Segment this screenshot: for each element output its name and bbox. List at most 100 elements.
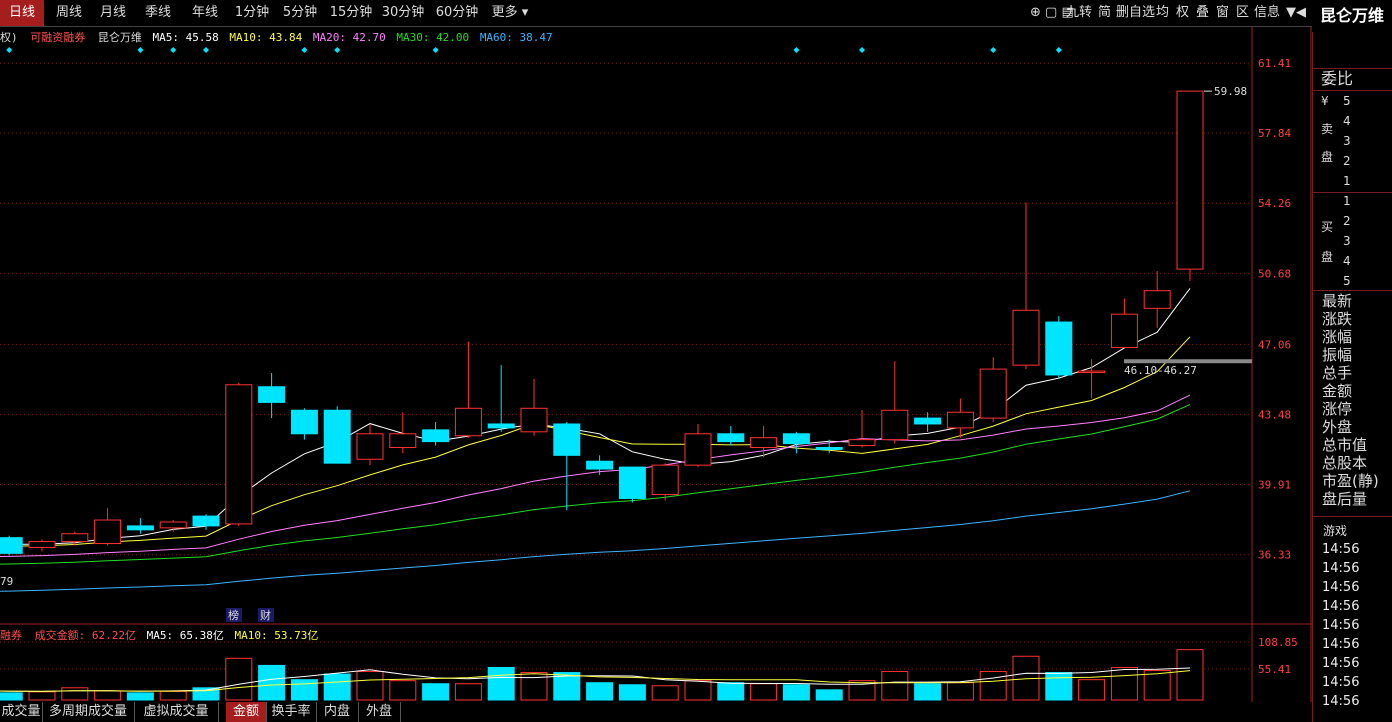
field-1: 涨跌 [1322,310,1353,328]
candle-body [684,433,712,466]
candle-body [0,537,23,554]
price-tick-label: 61.41 [1258,57,1291,70]
signal-diamond [203,47,209,53]
bottom-tab-1[interactable]: 多周期成交量 [42,702,135,722]
bottom-tab-4[interactable]: 换手率 [266,702,317,722]
bottom-tab-3[interactable]: 金额 [226,702,267,722]
candle-body [618,466,646,499]
main-legend: 权) 可融资融券 昆仑万维 MA5: 45.58 MA10: 43.84 MA2… [0,29,553,45]
price-tick-label: 39.91 [1258,479,1291,492]
buy-level-3: 3 [1343,234,1351,248]
signal-diamond [1055,47,1062,53]
toolbar-button-7[interactable]: 区 [1236,0,1249,26]
bottom-tab-6[interactable]: 外盘 [358,702,401,722]
toolbar-button-8[interactable]: 信息 [1254,0,1280,26]
pin-icon[interactable]: ▼◀ [1286,0,1306,26]
legend-prefix: 权) [0,31,18,44]
tab-8[interactable]: 30分钟 [380,0,426,26]
candle-body [1012,309,1040,366]
tab-10[interactable]: 更多 ▾ [490,0,530,26]
signal-diamond [859,47,865,53]
candle-body [225,384,253,525]
volume-bar [290,679,318,701]
tab-3[interactable]: 季线 [141,0,175,26]
volume-bar [258,664,286,701]
volume-bar [487,666,515,701]
trade-time: 14:56 [1322,542,1360,557]
field-6: 涨停 [1322,400,1353,418]
trade-time: 14:56 [1322,618,1360,633]
tab-5[interactable]: 1分钟 [232,0,272,26]
sell-level-3: 3 [1343,134,1351,148]
trade-time: 14:56 [1322,580,1360,595]
bottom-tab-5[interactable]: 内盘 [316,702,359,722]
volume-bar [782,684,810,701]
signal-diamond [6,47,13,53]
volume-legend-ma5: MA5: 65.38亿 [146,629,224,642]
field-9: 总股本 [1322,454,1368,472]
volume-bar [618,684,646,701]
candle-body [717,433,745,443]
candle-body [389,433,417,448]
field-0: 最新 [1322,292,1353,310]
volume-bar [28,691,56,701]
volume-tick-label: 55.41 [1258,663,1291,676]
candle-body [553,423,581,456]
volume-bar [586,682,614,701]
trade-header: 游戏 [1323,524,1348,538]
tab-1[interactable]: 周线 [52,0,86,26]
candle-body [192,515,220,527]
tab-7[interactable]: 15分钟 [328,0,374,26]
tab-9[interactable]: 60分钟 [434,0,480,26]
candle-body [1078,370,1106,374]
candle-body [586,460,614,470]
kline-chart[interactable]: 61.41 57.84 54.26 50.68 47.06 43.48 39.91 36.33… [0,0,1312,722]
yen-icon: ¥ [1321,94,1329,108]
toolbar-button-4[interactable]: 权 [1176,0,1189,26]
candle-body [651,464,679,496]
volume-bar [815,689,843,701]
candle-body [1176,90,1204,270]
toolbar-button-6[interactable]: 窗 [1216,0,1229,26]
field-5: 金额 [1322,382,1353,400]
tab-6[interactable]: 5分钟 [280,0,320,26]
toolbar-button-3[interactable]: 均 [1156,0,1169,26]
field-7: 外盘 [1322,418,1353,436]
margin-trading-label[interactable]: 可融资融券 [30,31,85,44]
price-range-bar [1124,359,1252,364]
signal-diamond [990,47,997,53]
max-price-label: 59.98 [1214,85,1247,98]
trade-time: 14:56 [1322,561,1360,576]
volume-bar [979,671,1007,701]
volume-bar [94,690,122,701]
toolbar-button-1[interactable]: 简 [1098,0,1111,26]
buy-label-2: 盘 [1321,250,1334,264]
ma60-line [0,490,1191,596]
bottom-tab-2[interactable]: 虚拟成交量 [134,702,219,722]
sell-label-2: 盘 [1321,150,1334,164]
candle-body [422,429,450,443]
candle-body [881,409,909,441]
volume-bar [0,692,23,701]
tab-0[interactable]: 日线 [0,0,44,26]
legend-ma20: MA20: 42.70 [312,31,386,44]
tab-4[interactable]: 年线 [188,0,222,26]
buy-level-2: 2 [1343,214,1351,228]
toolbar-button-2[interactable]: 删自选 [1116,0,1155,26]
price-tick-label: 57.84 [1258,127,1291,140]
volume-legend-label: 成交金额: 62.22亿 [34,629,136,642]
price-tick-label: 47.06 [1258,338,1291,351]
volume-bar [159,690,187,701]
sell-level-2: 2 [1343,154,1351,168]
field-3: 振幅 [1322,346,1353,364]
toolbar-button-5[interactable]: 叠 [1196,0,1209,26]
field-4: 总手 [1322,364,1353,382]
tab-2[interactable]: 月线 [96,0,130,26]
candle-body [159,521,187,529]
bottom-tab-0[interactable]: 成交量 [0,702,43,722]
trade-time: 14:56 [1322,656,1360,671]
field-2: 涨幅 [1322,328,1353,346]
candle-body [126,525,154,531]
volume-bar [126,692,154,701]
toolbar-button-0[interactable]: 九转 [1066,0,1092,26]
